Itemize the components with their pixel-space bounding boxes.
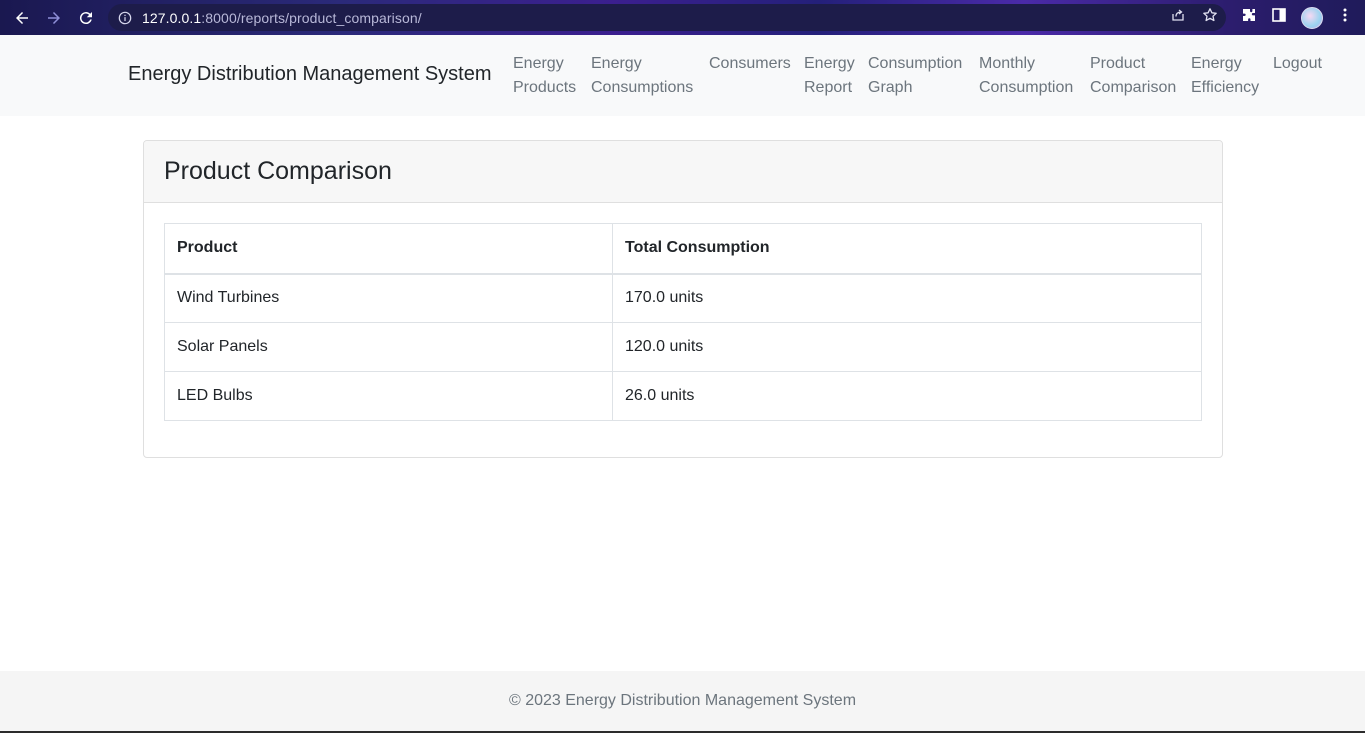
footer-copyright: © 2023 Energy Distribution Management Sy… bbox=[508, 692, 857, 709]
table-body: Wind Turbines 170.0 units Solar Panels 1… bbox=[164, 273, 1202, 421]
profile-avatar[interactable] bbox=[1301, 6, 1323, 29]
nav-link-line: Energy bbox=[591, 55, 642, 72]
forward-arrow-icon[interactable] bbox=[38, 0, 70, 35]
nav-link-monthly-consumption[interactable]: Monthly Consumption bbox=[979, 52, 1073, 100]
nav-link-line: Graph bbox=[868, 79, 913, 96]
cell-total-consumption: 170.0 units bbox=[612, 273, 1202, 323]
nav-link-line: Consumption bbox=[868, 55, 963, 72]
nav-link-line: Report bbox=[804, 79, 853, 96]
nav-link-energy-efficiency[interactable]: Energy Efficiency bbox=[1191, 52, 1259, 100]
table-row: LED Bulbs 26.0 units bbox=[164, 371, 1202, 421]
extensions-icon[interactable] bbox=[1241, 7, 1257, 28]
nav-link-line: Comparison bbox=[1090, 79, 1177, 96]
nav-link-line: Efficiency bbox=[1191, 79, 1260, 96]
side-panel-icon[interactable] bbox=[1271, 7, 1287, 28]
nav-link-line: Energy bbox=[804, 55, 855, 72]
cell-product: LED Bulbs bbox=[164, 371, 613, 421]
star-icon[interactable] bbox=[1202, 7, 1218, 28]
main-navbar: Energy Distribution Management System En… bbox=[0, 35, 1365, 116]
table-container: Product Total Consumption Wind Turbines … bbox=[164, 223, 1202, 421]
nav-link-product-comparison[interactable]: Product Comparison bbox=[1090, 52, 1176, 100]
table-row: Solar Panels 120.0 units bbox=[164, 322, 1202, 372]
page-title: Product Comparison bbox=[164, 157, 392, 185]
nav-link-line: Products bbox=[513, 79, 577, 96]
more-menu-icon[interactable] bbox=[1337, 7, 1353, 28]
nav-link-consumers[interactable]: Consumers bbox=[709, 52, 791, 76]
nav-link-line: Product bbox=[1090, 55, 1146, 72]
nav-link-line: Monthly bbox=[979, 55, 1036, 72]
nav-link-energy-consumptions[interactable]: Energy Consumptions bbox=[591, 52, 693, 100]
info-icon[interactable] bbox=[108, 11, 142, 25]
nav-link-logout[interactable]: Logout bbox=[1273, 52, 1322, 76]
cell-total-consumption: 26.0 units bbox=[612, 371, 1202, 421]
navbar-brand[interactable]: Energy Distribution Management System bbox=[128, 63, 492, 86]
back-arrow-icon[interactable] bbox=[6, 0, 38, 35]
cell-product: Solar Panels bbox=[164, 322, 613, 372]
cell-product: Wind Turbines bbox=[164, 273, 613, 323]
nav-link-energy-report[interactable]: Energy Report bbox=[804, 52, 855, 100]
cell-total-consumption: 120.0 units bbox=[612, 322, 1202, 372]
share-icon[interactable] bbox=[1170, 7, 1186, 28]
nav-link-line: Consumption bbox=[979, 79, 1074, 96]
address-bar[interactable]: 127.0.0.1:8000/reports/product_compariso… bbox=[108, 4, 1226, 31]
url-text[interactable]: 127.0.0.1:8000/reports/product_compariso… bbox=[142, 10, 422, 26]
table-head: Product Total Consumption bbox=[164, 223, 1202, 275]
reload-icon[interactable] bbox=[70, 0, 102, 35]
column-header-product: Product bbox=[164, 223, 613, 275]
url-host: 127.0.0.1 bbox=[142, 9, 202, 26]
nav-link-line: Consumptions bbox=[591, 79, 694, 96]
product-comparison-card: Product Comparison Product Total Consump… bbox=[143, 140, 1223, 458]
nav-link-line: Energy bbox=[513, 55, 564, 72]
nav-link-energy-products[interactable]: Energy Products bbox=[513, 52, 576, 100]
nav-link-line: Consumers bbox=[709, 55, 791, 72]
comparison-table: Product Total Consumption Wind Turbines … bbox=[164, 223, 1202, 421]
browser-toolbar: 127.0.0.1:8000/reports/product_compariso… bbox=[0, 0, 1365, 35]
table-header-row: Product Total Consumption bbox=[164, 223, 1202, 275]
nav-link-consumption-graph[interactable]: Consumption Graph bbox=[868, 52, 962, 100]
nav-link-line: Logout bbox=[1273, 55, 1322, 72]
nav-link-line: Energy bbox=[1191, 55, 1242, 72]
page-footer: © 2023 Energy Distribution Management Sy… bbox=[0, 671, 1365, 731]
table-row: Wind Turbines 170.0 units bbox=[164, 273, 1202, 323]
column-header-total-consumption: Total Consumption bbox=[612, 223, 1202, 275]
url-path: :8000/reports/product_comparison/ bbox=[201, 9, 422, 26]
card-header: Product Comparison bbox=[144, 141, 1222, 203]
